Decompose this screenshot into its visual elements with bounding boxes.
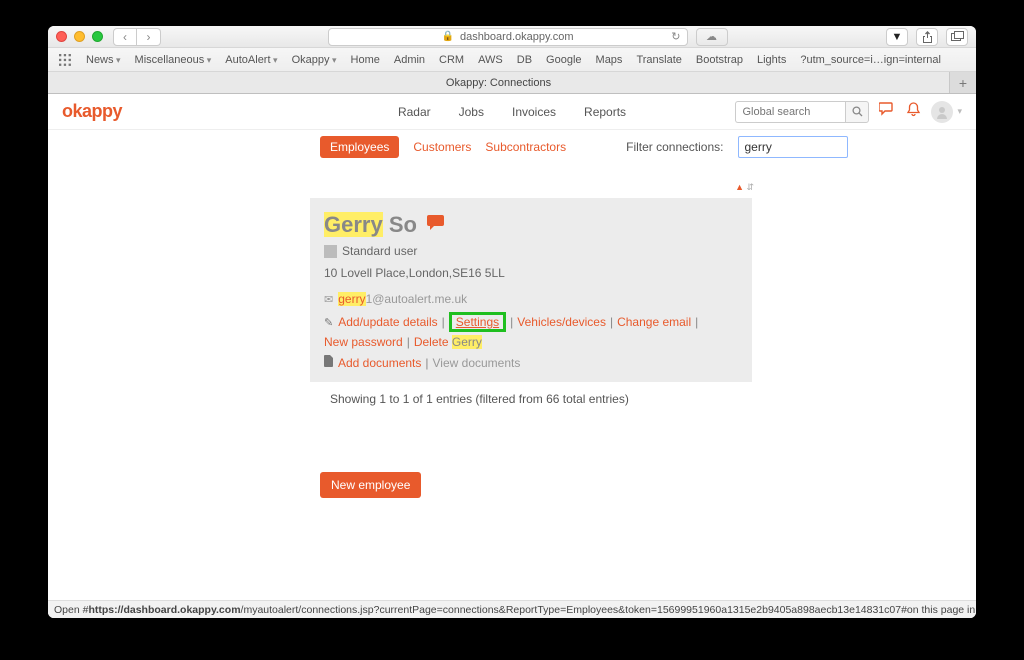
tab-strip: Okappy: Connections +: [48, 72, 976, 94]
status-bar: Open #https://dashboard.okappy.com/myaut…: [48, 600, 976, 618]
bookmark-autoalert[interactable]: AutoAlert: [225, 54, 277, 66]
global-search-input[interactable]: [735, 101, 845, 123]
role-color-icon: [324, 245, 337, 258]
connection-type-tabs: Employees Customers Subcontractors Filte…: [320, 130, 976, 164]
bookmark-news[interactable]: News: [86, 54, 121, 66]
logo[interactable]: okappy: [62, 101, 122, 122]
bookmark-maps[interactable]: Maps: [596, 54, 623, 66]
document-icon: [324, 355, 334, 370]
new-employee-button[interactable]: New employee: [320, 472, 421, 498]
chat-icon[interactable]: [879, 102, 896, 121]
minimize-window-button[interactable]: [74, 31, 85, 42]
sort-indicator-icon[interactable]: ▲: [735, 182, 744, 192]
tab-subcontractors[interactable]: Subcontractors: [485, 140, 566, 154]
tab-okappy-connections[interactable]: Okappy: Connections: [48, 72, 950, 93]
filter-label: Filter connections:: [626, 140, 723, 154]
settings-highlight-box: Settings: [449, 312, 506, 332]
new-tab-button[interactable]: +: [950, 72, 976, 93]
role-label: Standard user: [342, 244, 417, 258]
share-button[interactable]: [916, 28, 938, 46]
bookmarks-bar: News Miscellaneous AutoAlert Okappy Home…: [48, 48, 976, 72]
avatar[interactable]: [931, 101, 953, 123]
icloud-tabs-button[interactable]: ☁: [696, 28, 728, 46]
downloads-button[interactable]: ▼: [886, 28, 908, 46]
employee-card: Gerry So Standard user 10 Lovell Place,L…: [310, 198, 752, 382]
tabs-button[interactable]: [946, 28, 968, 46]
tab-employees[interactable]: Employees: [320, 136, 399, 158]
global-search-button[interactable]: [845, 101, 869, 123]
zoom-window-button[interactable]: [92, 31, 103, 42]
bookmark-admin[interactable]: Admin: [394, 54, 425, 66]
page: okappy Radar Jobs Invoices Reports: [48, 94, 976, 618]
top-sites-icon[interactable]: [58, 53, 72, 67]
nav-buttons: ‹ ›: [113, 28, 161, 46]
bookmark-crm[interactable]: CRM: [439, 54, 464, 66]
bookmark-home[interactable]: Home: [351, 54, 380, 66]
safari-window: ‹ › 🔒 dashboard.okappy.com ↻ ☁ ▼: [48, 26, 976, 618]
tab-customers[interactable]: Customers: [413, 140, 471, 154]
sort-handle-icon[interactable]: ⇵: [746, 182, 754, 193]
avatar-chevron-icon[interactable]: ▾: [957, 106, 962, 117]
nav-reports[interactable]: Reports: [584, 105, 626, 119]
bookmark-bootstrap[interactable]: Bootstrap: [696, 54, 743, 66]
pencil-icon: ✎: [324, 316, 333, 329]
nav-invoices[interactable]: Invoices: [512, 105, 556, 119]
bookmark-aws[interactable]: AWS: [478, 54, 503, 66]
chat-bubble-icon[interactable]: [427, 214, 447, 236]
action-delete[interactable]: Delete Gerry: [414, 335, 482, 349]
close-window-button[interactable]: [56, 31, 67, 42]
employee-actions: ✎ Add/update details | Settings | Vehicl…: [324, 312, 738, 349]
employee-email[interactable]: gerry1@autoalert.me.uk: [338, 292, 467, 306]
address-text: dashboard.okappy.com: [460, 31, 574, 43]
reload-icon[interactable]: ↻: [671, 30, 680, 43]
bookmark-translate[interactable]: Translate: [636, 54, 681, 66]
employee-address: 10 Lovell Place,London,SE16 5LL: [324, 266, 738, 280]
employee-first-name: Gerry: [324, 212, 383, 237]
action-settings[interactable]: Settings: [456, 315, 499, 329]
lock-icon: 🔒: [442, 31, 454, 42]
bookmark-lights[interactable]: Lights: [757, 54, 786, 66]
app-header: okappy Radar Jobs Invoices Reports: [48, 94, 976, 130]
action-add-update-details[interactable]: Add/update details: [338, 315, 437, 329]
global-search: [735, 101, 869, 123]
back-button[interactable]: ‹: [113, 28, 137, 46]
employee-name: Gerry So: [324, 212, 738, 238]
envelope-icon: ✉: [324, 293, 333, 306]
action-add-documents[interactable]: Add documents: [338, 356, 421, 370]
results-summary: Showing 1 to 1 of 1 entries (filtered fr…: [330, 392, 752, 406]
nav-radar[interactable]: Radar: [398, 105, 431, 119]
window-controls: [56, 31, 103, 42]
bookmark-misc[interactable]: Miscellaneous: [135, 54, 212, 66]
filter-connections-input[interactable]: [738, 136, 848, 158]
address-bar[interactable]: 🔒 dashboard.okappy.com ↻: [328, 28, 688, 46]
nav-jobs[interactable]: Jobs: [459, 105, 484, 119]
action-view-documents[interactable]: View documents: [433, 356, 521, 370]
bell-icon[interactable]: [906, 102, 921, 122]
bookmark-okappy[interactable]: Okappy: [292, 54, 337, 66]
bookmark-google[interactable]: Google: [546, 54, 581, 66]
action-vehicles-devices[interactable]: Vehicles/devices: [517, 315, 606, 329]
forward-button[interactable]: ›: [137, 28, 161, 46]
employee-last-name: So: [389, 212, 417, 237]
action-new-password[interactable]: New password: [324, 335, 403, 349]
bookmark-db[interactable]: DB: [517, 54, 532, 66]
titlebar: ‹ › 🔒 dashboard.okappy.com ↻ ☁ ▼: [48, 26, 976, 48]
action-change-email[interactable]: Change email: [617, 315, 691, 329]
bookmark-utm[interactable]: ?utm_source=i…ign=internal: [800, 54, 941, 66]
app-nav: Radar Jobs Invoices Reports: [398, 105, 626, 119]
